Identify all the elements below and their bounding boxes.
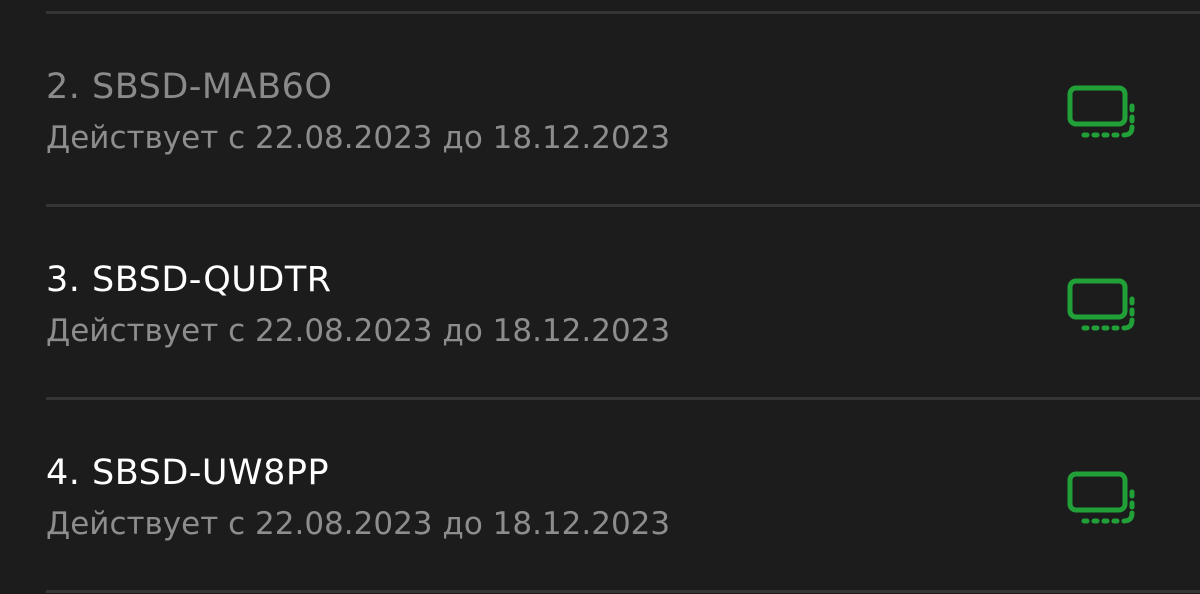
divider bbox=[46, 590, 1200, 593]
list-item-code-3[interactable]: 3. SBSD-QUDTR Действует с 22.08.2023 до … bbox=[0, 207, 1200, 397]
code-list: 2. SBSD-MAB6O Действует с 22.08.2023 до … bbox=[0, 0, 1200, 594]
multi-device-icon[interactable] bbox=[1066, 277, 1142, 337]
code-title: 2. SBSD-MAB6O bbox=[46, 67, 333, 107]
code-title: 4. SBSD-UW8PP bbox=[46, 453, 330, 493]
code-validity: Действует с 22.08.2023 до 18.12.2023 bbox=[46, 506, 671, 542]
code-validity: Действует с 22.08.2023 до 18.12.2023 bbox=[46, 120, 671, 156]
code-title: 3. SBSD-QUDTR bbox=[46, 260, 332, 300]
multi-device-icon[interactable] bbox=[1066, 470, 1142, 530]
list-item-code-4[interactable]: 4. SBSD-UW8PP Действует с 22.08.2023 до … bbox=[0, 400, 1200, 590]
list-item-code-2[interactable]: 2. SBSD-MAB6O Действует с 22.08.2023 до … bbox=[0, 14, 1200, 204]
code-validity: Действует с 22.08.2023 до 18.12.2023 bbox=[46, 313, 671, 349]
multi-device-icon[interactable] bbox=[1066, 84, 1142, 144]
